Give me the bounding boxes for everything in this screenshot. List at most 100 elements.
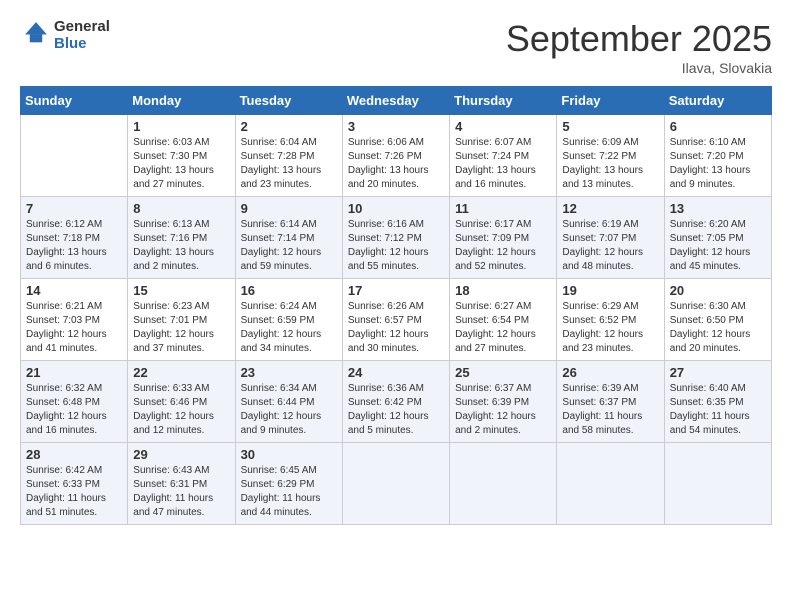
calendar-cell <box>342 443 449 525</box>
day-number: 23 <box>241 365 337 380</box>
calendar-cell: 3 Sunrise: 6:06 AMSunset: 7:26 PMDaylight… <box>342 115 449 197</box>
day-info: Sunrise: 6:37 AMSunset: 6:39 PMDaylight:… <box>455 382 551 438</box>
weekday-header-thursday: Thursday <box>450 87 557 115</box>
day-info: Sunrise: 6:29 AMSunset: 6:52 PMDaylight:… <box>562 300 658 356</box>
day-info: Sunrise: 6:20 AMSunset: 7:05 PMDaylight:… <box>670 218 766 274</box>
day-number: 4 <box>455 119 551 134</box>
calendar-cell: 28Sunrise: 6:42 AMSunset: 6:33 PMDayligh… <box>21 443 128 525</box>
calendar-cell <box>21 115 128 197</box>
day-number: 6 <box>670 119 766 134</box>
calendar-header-row: SundayMondayTuesdayWednesdayThursdayFrid… <box>21 87 772 115</box>
calendar-cell: 18 Sunrise: 6:27 AMSunset: 6:54 PMDayligh… <box>450 279 557 361</box>
calendar-cell: 11 Sunrise: 6:17 AMSunset: 7:09 PMDayligh… <box>450 197 557 279</box>
calendar-cell: 14 Sunrise: 6:21 AMSunset: 7:03 PMDayligh… <box>21 279 128 361</box>
logo-blue: Blue <box>54 35 110 52</box>
day-info: Sunrise: 6:03 AMSunset: 7:30 PMDaylight:… <box>133 136 229 192</box>
calendar-cell: 20 Sunrise: 6:30 AMSunset: 6:50 PMDayligh… <box>664 279 771 361</box>
calendar-cell: 8Sunrise: 6:13 AMSunset: 7:16 PMDaylight… <box>128 197 235 279</box>
calendar-cell: 16Sunrise: 6:24 AMSunset: 6:59 PMDayligh… <box>235 279 342 361</box>
day-number: 28 <box>26 447 122 462</box>
day-info: Sunrise: 6:23 AMSunset: 7:01 PMDaylight:… <box>133 300 229 356</box>
day-number: 7 <box>26 201 122 216</box>
day-info: Sunrise: 6:09 AMSunset: 7:22 PMDaylight:… <box>562 136 658 192</box>
day-number: 13 <box>670 201 766 216</box>
day-info: Sunrise: 6:16 AMSunset: 7:12 PMDaylight:… <box>348 218 444 274</box>
day-info: Sunrise: 6:39 AMSunset: 6:37 PMDaylight:… <box>562 382 658 438</box>
calendar-cell: 13 Sunrise: 6:20 AMSunset: 7:05 PMDayligh… <box>664 197 771 279</box>
day-number: 20 <box>670 283 766 298</box>
calendar: SundayMondayTuesdayWednesdayThursdayFrid… <box>20 86 772 525</box>
day-number: 10 <box>348 201 444 216</box>
calendar-cell: 27 Sunrise: 6:40 AMSunset: 6:35 PMDayligh… <box>664 361 771 443</box>
day-number: 22 <box>133 365 229 380</box>
calendar-cell: 10 Sunrise: 6:16 AMSunset: 7:12 PMDayligh… <box>342 197 449 279</box>
day-number: 16 <box>241 283 337 298</box>
weekday-header-wednesday: Wednesday <box>342 87 449 115</box>
day-number: 2 <box>241 119 337 134</box>
calendar-week-row: 7 Sunrise: 6:12 AMSunset: 7:18 PMDaylight… <box>21 197 772 279</box>
day-number: 24 <box>348 365 444 380</box>
title-area: September 2025 Ilava, Slovakia <box>506 18 772 76</box>
day-info: Sunrise: 6:40 AMSunset: 6:35 PMDaylight:… <box>670 382 766 438</box>
day-number: 15 <box>133 283 229 298</box>
day-info: Sunrise: 6:30 AMSunset: 6:50 PMDaylight:… <box>670 300 766 356</box>
day-number: 1 <box>133 119 229 134</box>
weekday-header-saturday: Saturday <box>664 87 771 115</box>
day-info: Sunrise: 6:33 AMSunset: 6:46 PMDaylight:… <box>133 382 229 438</box>
calendar-cell: 24Sunrise: 6:36 AMSunset: 6:42 PMDayligh… <box>342 361 449 443</box>
day-info: Sunrise: 6:43 AMSunset: 6:31 PMDaylight:… <box>133 464 229 520</box>
day-info: Sunrise: 6:14 AMSunset: 7:14 PMDaylight:… <box>241 218 337 274</box>
weekday-header-tuesday: Tuesday <box>235 87 342 115</box>
calendar-cell: 6 Sunrise: 6:10 AMSunset: 7:20 PMDaylight… <box>664 115 771 197</box>
day-number: 12 <box>562 201 658 216</box>
calendar-cell: 25 Sunrise: 6:37 AMSunset: 6:39 PMDayligh… <box>450 361 557 443</box>
calendar-cell: 30Sunrise: 6:45 AMSunset: 6:29 PMDayligh… <box>235 443 342 525</box>
calendar-cell: 23Sunrise: 6:34 AMSunset: 6:44 PMDayligh… <box>235 361 342 443</box>
calendar-cell <box>450 443 557 525</box>
calendar-cell: 17 Sunrise: 6:26 AMSunset: 6:57 PMDayligh… <box>342 279 449 361</box>
day-info: Sunrise: 6:06 AMSunset: 7:26 PMDaylight:… <box>348 136 444 192</box>
calendar-cell: 15 Sunrise: 6:23 AMSunset: 7:01 PMDayligh… <box>128 279 235 361</box>
calendar-cell: 1 Sunrise: 6:03 AMSunset: 7:30 PMDaylight… <box>128 115 235 197</box>
calendar-week-row: 14 Sunrise: 6:21 AMSunset: 7:03 PMDayligh… <box>21 279 772 361</box>
day-number: 30 <box>241 447 337 462</box>
calendar-cell: 2 Sunrise: 6:04 AMSunset: 7:28 PMDaylight… <box>235 115 342 197</box>
header: General Blue September 2025 Ilava, Slova… <box>20 18 772 76</box>
calendar-week-row: 21 Sunrise: 6:32 AMSunset: 6:48 PMDayligh… <box>21 361 772 443</box>
day-info: Sunrise: 6:04 AMSunset: 7:28 PMDaylight:… <box>241 136 337 192</box>
logo-general: General <box>54 18 110 35</box>
day-number: 26 <box>562 365 658 380</box>
day-number: 25 <box>455 365 551 380</box>
day-number: 9 <box>241 201 337 216</box>
weekday-header-friday: Friday <box>557 87 664 115</box>
weekday-header-monday: Monday <box>128 87 235 115</box>
day-number: 14 <box>26 283 122 298</box>
calendar-cell: 22 Sunrise: 6:33 AMSunset: 6:46 PMDayligh… <box>128 361 235 443</box>
day-number: 3 <box>348 119 444 134</box>
day-info: Sunrise: 6:32 AMSunset: 6:48 PMDaylight:… <box>26 382 122 438</box>
day-info: Sunrise: 6:27 AMSunset: 6:54 PMDaylight:… <box>455 300 551 356</box>
calendar-cell: 19 Sunrise: 6:29 AMSunset: 6:52 PMDayligh… <box>557 279 664 361</box>
calendar-week-row: 1 Sunrise: 6:03 AMSunset: 7:30 PMDaylight… <box>21 115 772 197</box>
calendar-week-row: 28Sunrise: 6:42 AMSunset: 6:33 PMDayligh… <box>21 443 772 525</box>
day-info: Sunrise: 6:07 AMSunset: 7:24 PMDaylight:… <box>455 136 551 192</box>
day-info: Sunrise: 6:17 AMSunset: 7:09 PMDaylight:… <box>455 218 551 274</box>
day-number: 5 <box>562 119 658 134</box>
day-number: 19 <box>562 283 658 298</box>
day-number: 21 <box>26 365 122 380</box>
day-number: 17 <box>348 283 444 298</box>
calendar-cell: 12Sunrise: 6:19 AMSunset: 7:07 PMDayligh… <box>557 197 664 279</box>
day-number: 27 <box>670 365 766 380</box>
day-number: 18 <box>455 283 551 298</box>
calendar-cell <box>557 443 664 525</box>
day-info: Sunrise: 6:21 AMSunset: 7:03 PMDaylight:… <box>26 300 122 356</box>
day-number: 11 <box>455 201 551 216</box>
day-info: Sunrise: 6:12 AMSunset: 7:18 PMDaylight:… <box>26 218 122 274</box>
day-number: 29 <box>133 447 229 462</box>
day-info: Sunrise: 6:26 AMSunset: 6:57 PMDaylight:… <box>348 300 444 356</box>
calendar-cell: 7 Sunrise: 6:12 AMSunset: 7:18 PMDaylight… <box>21 197 128 279</box>
page: General Blue September 2025 Ilava, Slova… <box>0 0 792 612</box>
day-number: 8 <box>133 201 229 216</box>
day-info: Sunrise: 6:10 AMSunset: 7:20 PMDaylight:… <box>670 136 766 192</box>
location-subtitle: Ilava, Slovakia <box>506 60 772 76</box>
